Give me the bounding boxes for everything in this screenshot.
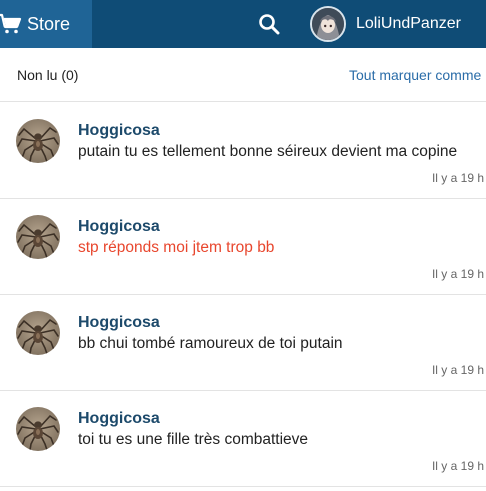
mark-all-read-link[interactable]: Tout marquer comme: [349, 67, 481, 83]
notification-item[interactable]: Hoggicosa toi tu es une fille très comba…: [0, 391, 486, 487]
store-tab-label: Store: [27, 13, 71, 34]
user-menu[interactable]: LoliUndPanzer: [310, 0, 461, 48]
search-icon: [259, 14, 280, 35]
notification-time: Il y a 19 h: [431, 363, 484, 377]
author-avatar[interactable]: [16, 119, 60, 163]
notification-item[interactable]: Hoggicosa putain tu es tellement bonne s…: [0, 103, 486, 199]
notification-message: putain tu es tellement bonne séireux dev…: [78, 143, 458, 160]
notification-author[interactable]: Hoggicosa: [78, 218, 160, 236]
notification-item[interactable]: Hoggicosa stp réponds moi jtem trop bb I…: [0, 199, 486, 295]
unread-filter[interactable]: Non lu (0): [17, 67, 78, 83]
search-button[interactable]: [254, 9, 284, 39]
notification-author[interactable]: Hoggicosa: [78, 314, 160, 332]
notification-author[interactable]: Hoggicosa: [78, 122, 160, 140]
user-avatar: [310, 6, 346, 42]
top-navigation-bar: Store LoliUndPanzer: [0, 0, 486, 48]
author-avatar[interactable]: [16, 407, 60, 451]
notification-list: Hoggicosa putain tu es tellement bonne s…: [0, 103, 486, 487]
notifications-subheader: Non lu (0) Tout marquer comme: [0, 48, 486, 102]
author-avatar[interactable]: [16, 215, 60, 259]
author-avatar[interactable]: [16, 311, 60, 355]
notification-time: Il y a 19 h: [431, 171, 484, 185]
notification-item[interactable]: Hoggicosa bb chui tombé ramoureux de toi…: [0, 295, 486, 391]
cart-icon: [0, 13, 22, 34]
username: LoliUndPanzer: [356, 15, 461, 32]
store-tab[interactable]: Store: [0, 0, 92, 48]
notification-author[interactable]: Hoggicosa: [78, 410, 160, 428]
notification-time: Il y a 19 h: [431, 267, 484, 281]
notification-message: toi tu es une fille très combattieve: [78, 431, 309, 448]
notification-time: Il y a 19 h: [431, 459, 484, 473]
notification-message: bb chui tombé ramoureux de toi putain: [78, 335, 343, 352]
notification-message: stp réponds moi jtem trop bb: [78, 239, 275, 256]
